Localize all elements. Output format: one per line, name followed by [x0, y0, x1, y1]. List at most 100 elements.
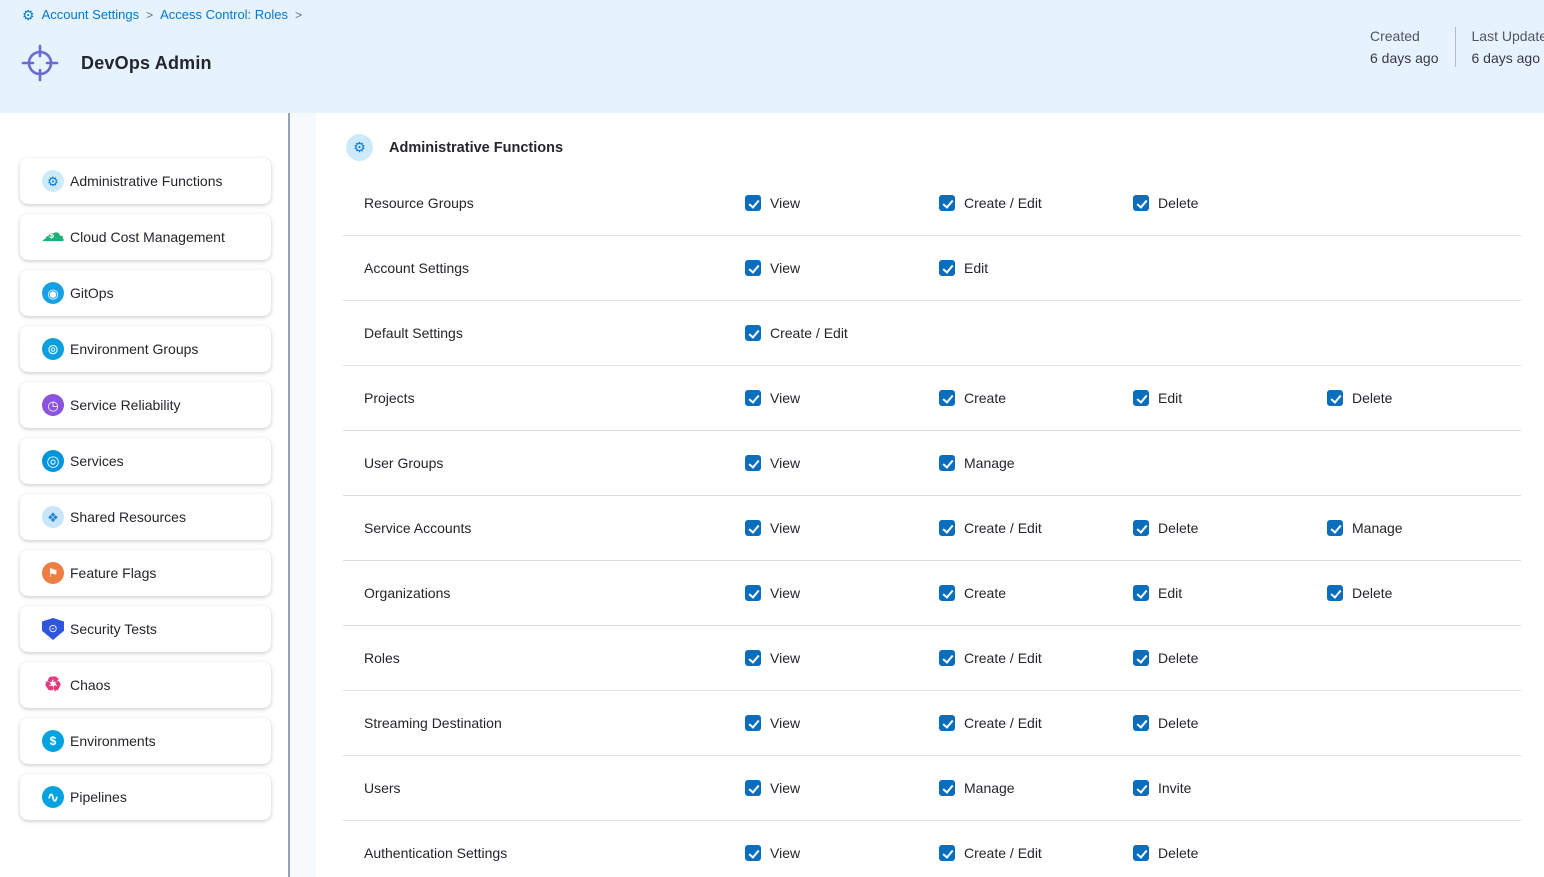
breadcrumb-separator: > [295, 8, 302, 22]
environments-icon [42, 730, 64, 752]
sidebar-item-label: Pipelines [70, 789, 127, 805]
permission-label: View [770, 520, 800, 536]
checkbox-icon[interactable] [1327, 390, 1343, 406]
breadcrumb-account-settings[interactable]: Account Settings [42, 7, 140, 22]
checkbox-icon[interactable] [745, 715, 761, 731]
permission-checkbox-view[interactable]: View [745, 455, 939, 471]
checkbox-icon[interactable] [939, 520, 955, 536]
sidebar-item-gitops[interactable]: GitOps [20, 270, 271, 316]
permission-checkbox-edit[interactable]: Edit [1133, 390, 1327, 406]
checkbox-icon[interactable] [939, 585, 955, 601]
page-title: DevOps Admin [81, 53, 212, 74]
resource-label: Streaming Destination [343, 715, 745, 731]
sidebar-item-cloud-cost-management[interactable]: Cloud Cost Management [20, 214, 271, 260]
permission-checkbox-view[interactable]: View [745, 780, 939, 796]
checkbox-icon[interactable] [939, 390, 955, 406]
checkbox-icon[interactable] [1133, 845, 1149, 861]
checkbox-icon[interactable] [939, 455, 955, 471]
permission-row-account-settings: Account SettingsViewEdit [343, 236, 1521, 301]
sidebar-item-environment-groups[interactable]: Environment Groups [20, 326, 271, 372]
checkbox-icon[interactable] [745, 325, 761, 341]
permission-checkbox-manage[interactable]: Manage [1327, 520, 1521, 536]
permission-checkbox-delete[interactable]: Delete [1133, 520, 1327, 536]
feature-flags-icon [42, 562, 64, 584]
checkbox-icon[interactable] [745, 260, 761, 276]
checkbox-icon[interactable] [939, 845, 955, 861]
checkbox-icon[interactable] [939, 780, 955, 796]
permission-checkbox-create-edit[interactable]: Create / Edit [939, 715, 1133, 731]
permission-checkbox-edit[interactable]: Edit [939, 260, 1133, 276]
checkbox-icon[interactable] [745, 650, 761, 666]
permission-checkbox-delete[interactable]: Delete [1133, 845, 1327, 861]
sidebar-item-label: Chaos [70, 677, 110, 693]
checkbox-icon[interactable] [1133, 780, 1149, 796]
permission-checkbox-view[interactable]: View [745, 260, 939, 276]
sidebar-item-shared-resources[interactable]: Shared Resources [20, 494, 271, 540]
checkbox-icon[interactable] [939, 195, 955, 211]
sidebar-item-chaos[interactable]: Chaos [20, 662, 271, 708]
created-label: Created [1370, 25, 1439, 47]
settings-gear-icon: ⚙ [22, 8, 35, 22]
checkbox-icon[interactable] [1133, 390, 1149, 406]
permission-checkbox-manage[interactable]: Manage [939, 455, 1133, 471]
checkbox-icon[interactable] [1133, 195, 1149, 211]
permission-checkbox-create-edit[interactable]: Create / Edit [939, 845, 1133, 861]
checkbox-icon[interactable] [745, 455, 761, 471]
permission-label: Invite [1158, 780, 1191, 796]
sidebar-item-pipelines[interactable]: Pipelines [20, 774, 271, 820]
checkbox-icon[interactable] [939, 260, 955, 276]
permission-checkbox-delete[interactable]: Delete [1327, 585, 1521, 601]
sidebar-item-services[interactable]: Services [20, 438, 271, 484]
sidebar-item-security-tests[interactable]: Security Tests [20, 606, 271, 652]
permission-row-organizations: OrganizationsViewCreateEditDelete [343, 561, 1521, 626]
checkbox-icon[interactable] [939, 650, 955, 666]
checkbox-icon[interactable] [1133, 585, 1149, 601]
permission-label: Create / Edit [964, 715, 1042, 731]
checkbox-icon[interactable] [745, 585, 761, 601]
page-header: ⚙ Account Settings > Access Control: Rol… [0, 0, 1544, 113]
permission-checkbox-create-edit[interactable]: Create / Edit [745, 325, 939, 341]
permission-checkbox-create-edit[interactable]: Create / Edit [939, 650, 1133, 666]
permission-checkbox-delete[interactable]: Delete [1133, 195, 1327, 211]
checkbox-icon[interactable] [1327, 585, 1343, 601]
permission-label: View [770, 390, 800, 406]
permission-checkbox-invite[interactable]: Invite [1133, 780, 1327, 796]
permission-label: View [770, 260, 800, 276]
sidebar-item-feature-flags[interactable]: Feature Flags [20, 550, 271, 596]
permission-label: View [770, 845, 800, 861]
checkbox-icon[interactable] [1327, 520, 1343, 536]
permission-checkbox-delete[interactable]: Delete [1133, 715, 1327, 731]
permission-checkbox-view[interactable]: View [745, 585, 939, 601]
permission-checkbox-create[interactable]: Create [939, 390, 1133, 406]
permission-checkbox-view[interactable]: View [745, 390, 939, 406]
permission-checkbox-edit[interactable]: Edit [1133, 585, 1327, 601]
permission-checkbox-create-edit[interactable]: Create / Edit [939, 520, 1133, 536]
permission-checkbox-delete[interactable]: Delete [1133, 650, 1327, 666]
permission-label: Manage [964, 780, 1015, 796]
checkbox-icon[interactable] [745, 780, 761, 796]
sidebar-item-administrative-functions[interactable]: Administrative Functions [20, 158, 271, 204]
permission-checkbox-create[interactable]: Create [939, 585, 1133, 601]
permission-checkbox-view[interactable]: View [745, 520, 939, 536]
permission-checkbox-view[interactable]: View [745, 650, 939, 666]
checkbox-icon[interactable] [1133, 715, 1149, 731]
checkbox-icon[interactable] [1133, 650, 1149, 666]
sidebar-item-label: Cloud Cost Management [70, 229, 225, 245]
permission-label: Edit [964, 260, 988, 276]
sidebar-item-environments[interactable]: Environments [20, 718, 271, 764]
checkbox-icon[interactable] [939, 715, 955, 731]
permission-checkbox-manage[interactable]: Manage [939, 780, 1133, 796]
breadcrumb-access-control-roles[interactable]: Access Control: Roles [160, 7, 288, 22]
permission-checkbox-view[interactable]: View [745, 715, 939, 731]
permission-checkbox-view[interactable]: View [745, 195, 939, 211]
checkbox-icon[interactable] [1133, 520, 1149, 536]
permission-checkbox-create-edit[interactable]: Create / Edit [939, 195, 1133, 211]
checkbox-icon[interactable] [745, 520, 761, 536]
sidebar-item-service-reliability[interactable]: Service Reliability [20, 382, 271, 428]
checkbox-icon[interactable] [745, 845, 761, 861]
permission-checkbox-delete[interactable]: Delete [1327, 390, 1521, 406]
checkbox-icon[interactable] [745, 195, 761, 211]
permission-checkbox-view[interactable]: View [745, 845, 939, 861]
permission-row-user-groups: User GroupsViewManage [343, 431, 1521, 496]
checkbox-icon[interactable] [745, 390, 761, 406]
